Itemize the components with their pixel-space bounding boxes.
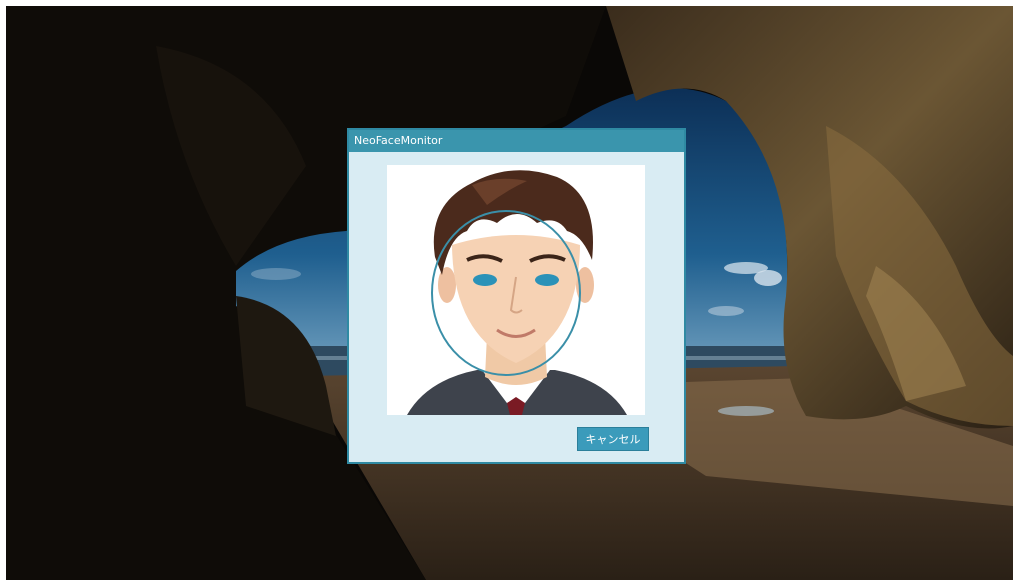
cancel-button[interactable]: キャンセル [577,427,649,451]
eye-marker-icon [473,274,497,286]
eye-marker-icon [535,274,559,286]
neoface-monitor-dialog: NeoFaceMonitor キャンセル [347,128,686,464]
face-camera-preview [387,165,645,415]
face-illustration [407,170,627,415]
lock-screen-background: NeoFaceMonitor キャンセル [6,6,1013,580]
dialog-title: NeoFaceMonitor [349,130,684,152]
